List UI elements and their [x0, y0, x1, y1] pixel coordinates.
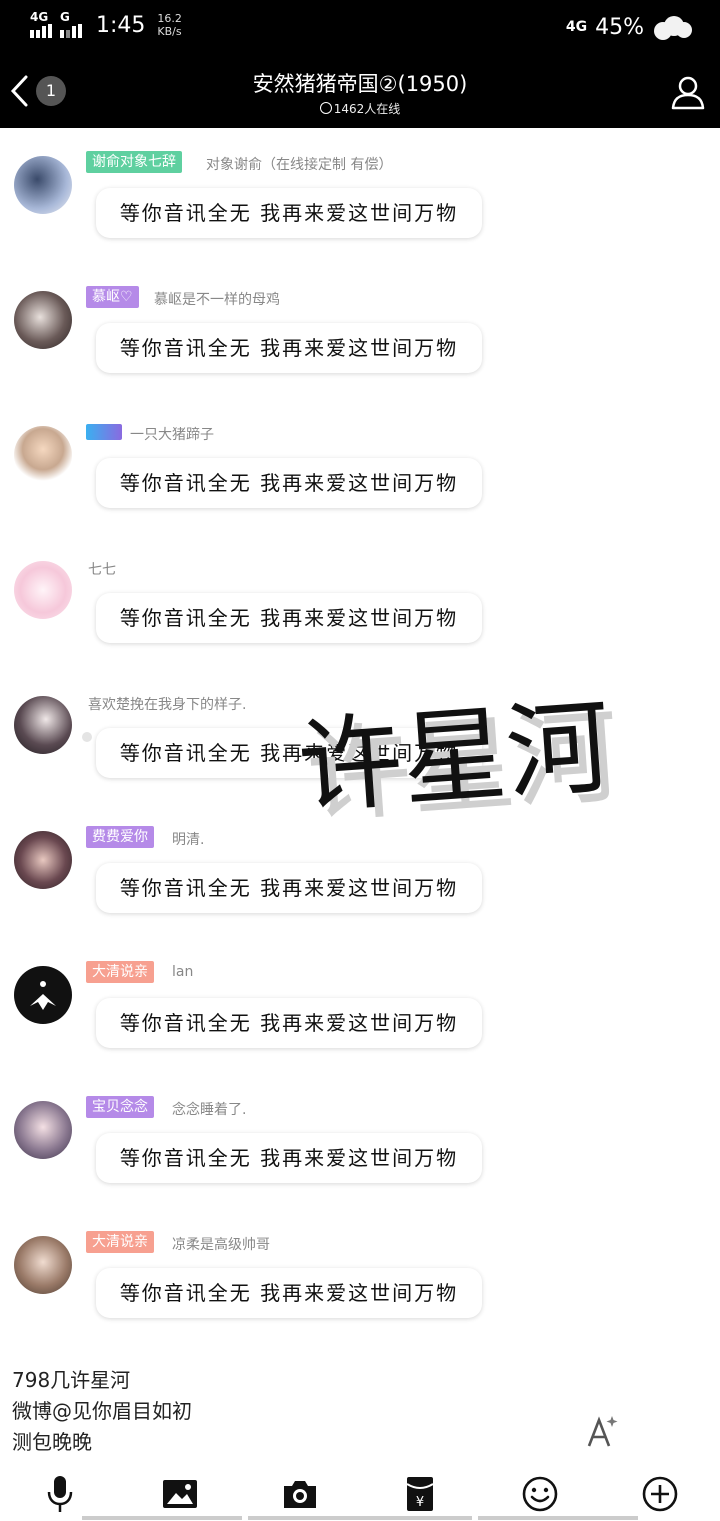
toolbar-divider — [478, 1516, 638, 1520]
status-left: 4G G 1:45 16.2 KB/s — [30, 10, 182, 38]
more-button[interactable] — [640, 1474, 680, 1514]
message-bubble[interactable]: 等你音讯全无 我再来爱这世间万物 — [96, 998, 482, 1048]
avatar[interactable] — [14, 426, 72, 484]
avatar[interactable] — [14, 966, 72, 1024]
member-tag: 费费爱你 — [86, 826, 154, 848]
avatar[interactable] — [14, 696, 72, 754]
group-members-button[interactable] — [668, 72, 708, 112]
network-status: 4G — [565, 19, 588, 35]
speed-unit: KB/s — [157, 25, 182, 38]
message-bubble[interactable]: 等你音讯全无 我再来爱这世间万物 — [96, 863, 482, 913]
sender-name: lan — [172, 964, 194, 980]
sender-name: 一只大猪蹄子 — [130, 427, 214, 443]
input-line: 微博@见你眉目如初 — [12, 1399, 192, 1423]
sender-name: 喜欢楚挽在我身下的样子. — [88, 697, 247, 713]
group-title: 安然猪猪帝国②(1950) — [252, 72, 468, 96]
chat-toolbar: ¥ — [0, 1466, 720, 1521]
speed-value: 16.2 — [157, 12, 182, 25]
message-item: 谢俞对象七辞 对象谢俞（在线接定制 有偿） 等你音讯全无 我再来爱这世间万物 — [0, 142, 720, 277]
back-button[interactable]: 1 — [8, 72, 72, 112]
message-item: 费费爱你 明清. 等你音讯全无 我再来爱这世间万物 — [0, 817, 720, 952]
member-tag: 大清说亲 — [86, 1231, 154, 1253]
member-tag: 谢俞对象七辞 — [86, 151, 182, 173]
bubble-tail — [82, 732, 92, 742]
message-bubble[interactable]: 等你音讯全无 我再来爱这世间万物 — [96, 188, 482, 238]
image-button[interactable] — [160, 1474, 200, 1514]
sender-name: 对象谢俞（在线接定制 有偿） — [206, 157, 393, 173]
avatar[interactable] — [14, 291, 72, 349]
avatar[interactable] — [14, 561, 72, 619]
camera-icon — [284, 1481, 316, 1508]
message-item: 大清说亲 lan 等你音讯全无 我再来爱这世间万物 — [0, 952, 720, 1087]
message-bubble[interactable]: 等你音讯全无 我再来爱这世间万物 — [96, 1268, 482, 1318]
microphone-icon — [47, 1476, 73, 1512]
cloud-sticker-icon — [652, 12, 694, 42]
image-icon — [163, 1480, 197, 1508]
message-bubble[interactable]: 等你音讯全无 我再来爱这世间万物 — [96, 593, 482, 643]
chat-header: 1 安然猪猪帝国②(1950) 1462人在线 — [0, 56, 720, 128]
member-tag: 大清说亲 — [86, 961, 154, 983]
text-style-icon — [587, 1416, 618, 1447]
online-count-label: 1462人在线 — [333, 102, 401, 116]
network-speed: 16.2 KB/s — [157, 12, 182, 38]
sender-name: 七七 — [88, 562, 116, 578]
font-style-button[interactable] — [584, 1414, 620, 1450]
red-packet-button[interactable]: ¥ — [400, 1474, 440, 1514]
camera-button[interactable] — [280, 1474, 320, 1514]
sender-name: 慕岖是不一样的母鸡 — [154, 292, 280, 308]
message-item: 喜欢楚挽在我身下的样子. 等你音讯全无 我再来爱这世间万物 — [0, 682, 720, 817]
member-tag: 宝贝念念 — [86, 1096, 154, 1118]
message-item: 一只大猪蹄子 等你音讯全无 我再来爱这世间万物 — [0, 412, 720, 547]
clock-time: 1:45 — [96, 12, 146, 38]
network-type-label-2: G — [60, 10, 70, 24]
battery-level: 45% — [595, 14, 644, 40]
signal-strength-icon: 4G — [30, 10, 52, 38]
chevron-left-icon — [10, 75, 28, 107]
sender-name: 念念睡着了. — [172, 1102, 247, 1118]
message-item: 慕岖♡ 慕岖是不一样的母鸡 等你音讯全无 我再来爱这世间万物 — [0, 277, 720, 412]
message-bubble[interactable]: 等你音讯全无 我再来爱这世间万物 — [96, 1133, 482, 1183]
network-type-label: 4G — [30, 10, 49, 24]
status-right: 4G 45% — [566, 12, 694, 42]
message-item: 大清说亲 凉柔是高级帅哥 等你音讯全无 我再来爱这世间万物 — [0, 1222, 720, 1357]
input-line: 798几许星河 — [12, 1368, 131, 1392]
clock-icon — [319, 102, 332, 114]
member-tag: 慕岖♡ — [86, 286, 139, 308]
status-bar: 4G G 1:45 16.2 KB/s 4G 45% — [0, 0, 720, 56]
plus-icon — [642, 1476, 678, 1512]
avatar[interactable] — [14, 1101, 72, 1159]
unread-count-badge: 1 — [36, 76, 66, 106]
input-line: 测包晚晚 — [12, 1430, 92, 1454]
avatar[interactable] — [14, 156, 72, 214]
person-icon — [671, 76, 705, 110]
message-bubble[interactable]: 等你音讯全无 我再来爱这世间万物 — [96, 458, 482, 508]
toolbar-divider — [248, 1516, 472, 1520]
signal-strength-icon-2: G — [60, 10, 82, 38]
sender-name: 凉柔是高级帅哥 — [172, 1237, 270, 1253]
online-count: 1462人在线 — [210, 100, 510, 117]
sender-name: 明清. — [172, 832, 205, 848]
toolbar-divider — [82, 1516, 242, 1520]
message-item: 七七 等你音讯全无 我再来爱这世间万物 — [0, 547, 720, 682]
avatar[interactable] — [14, 831, 72, 889]
badge-icon — [86, 424, 122, 440]
red-packet-icon: ¥ — [406, 1477, 434, 1511]
message-input[interactable]: 798几许星河 微博@见你眉目如初 测包晚晚 — [12, 1365, 572, 1458]
emoji-icon — [522, 1476, 558, 1512]
emoji-button[interactable] — [520, 1474, 560, 1514]
voice-button[interactable] — [40, 1474, 80, 1514]
svg-text:¥: ¥ — [416, 1495, 424, 1510]
message-bubble[interactable]: 等你音讯全无 我再来爱这世间万物 — [96, 728, 482, 778]
avatar[interactable] — [14, 1236, 72, 1294]
message-item: 宝贝念念 念念睡着了. 等你音讯全无 我再来爱这世间万物 — [0, 1087, 720, 1222]
message-bubble[interactable]: 等你音讯全无 我再来爱这世间万物 — [96, 323, 482, 373]
avatar-graphic — [30, 981, 56, 1010]
